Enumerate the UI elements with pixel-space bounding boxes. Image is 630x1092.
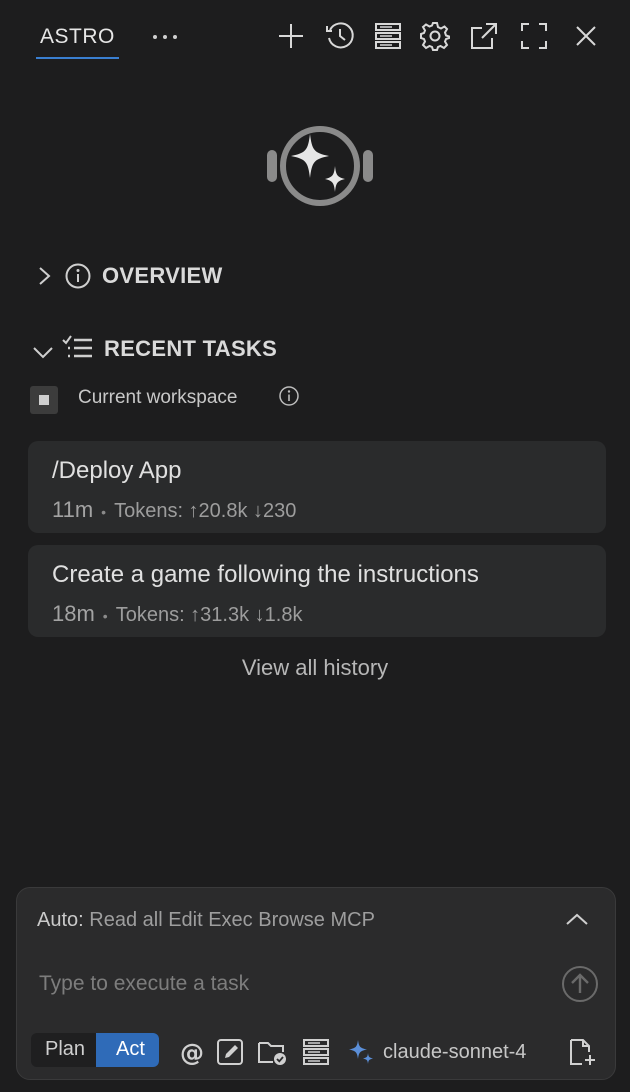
- history-icon[interactable]: [324, 20, 356, 52]
- mention-icon[interactable]: @: [177, 1038, 207, 1067]
- view-all-history-link[interactable]: View all history: [0, 655, 630, 681]
- separator-dot: •: [102, 608, 108, 624]
- overview-section-header[interactable]: OVERVIEW: [36, 262, 223, 290]
- plus-icon[interactable]: [275, 20, 307, 52]
- task-time: 18m: [52, 601, 95, 626]
- info-icon: [65, 263, 91, 289]
- task-meta: 18m • Tokens: ↑31.3k ↓1.8k: [52, 601, 302, 627]
- recent-tasks-section-header[interactable]: RECENT TASKS: [32, 332, 277, 364]
- act-mode-button[interactable]: Act: [96, 1033, 159, 1067]
- folder-check-icon[interactable]: [257, 1038, 287, 1066]
- model-name: claude-sonnet-4: [383, 1040, 527, 1063]
- overview-title: OVERVIEW: [102, 263, 223, 288]
- task-title: /Deploy App: [52, 457, 182, 484]
- plan-act-toggle[interactable]: Plan Act: [31, 1033, 159, 1067]
- send-button[interactable]: [561, 965, 599, 1003]
- task-card[interactable]: /Deploy App 11m • Tokens: ↑20.8k ↓230: [28, 441, 606, 533]
- model-selector[interactable]: claude-sonnet-4: [347, 1038, 526, 1066]
- task-tokens: Tokens: ↑31.3k ↓1.8k: [115, 604, 303, 626]
- task-list-icon: [62, 335, 92, 358]
- auto-label: Auto:: [37, 909, 84, 931]
- recent-tasks-title: RECENT TASKS: [104, 336, 278, 361]
- workspace-info-icon[interactable]: [278, 385, 300, 407]
- chevron-right-icon: [39, 267, 51, 285]
- edit-icon[interactable]: [215, 1038, 245, 1066]
- new-file-icon[interactable]: [567, 1038, 597, 1066]
- separator-dot: •: [101, 504, 107, 520]
- server-icon[interactable]: [372, 20, 404, 52]
- more-icon[interactable]: [150, 24, 180, 48]
- task-tokens: Tokens: ↑20.8k ↓230: [114, 500, 297, 522]
- chevron-down-icon: [33, 347, 53, 359]
- auto-permissions: Read all Edit Exec Browse MCP: [89, 909, 375, 931]
- svg-text:@: @: [180, 1039, 204, 1066]
- astro-logo-icon: [265, 120, 375, 214]
- gear-icon[interactable]: [419, 20, 451, 52]
- tab-astro[interactable]: ASTRO: [40, 25, 115, 49]
- task-card[interactable]: Create a game following the instructions…: [28, 545, 606, 637]
- chevron-up-icon[interactable]: [563, 908, 591, 932]
- server-icon[interactable]: [301, 1038, 331, 1066]
- auto-approve-row[interactable]: Auto: Read all Edit Exec Browse MCP: [37, 909, 375, 932]
- task-title: Create a game following the instructions: [52, 561, 479, 588]
- external-link-icon[interactable]: [468, 20, 500, 52]
- task-composer: Auto: Read all Edit Exec Browse MCP Plan…: [16, 887, 616, 1080]
- current-workspace-checkbox[interactable]: [30, 386, 58, 414]
- current-workspace-label: Current workspace: [78, 387, 238, 408]
- close-icon[interactable]: [570, 20, 602, 52]
- plan-mode-button[interactable]: Plan: [31, 1033, 96, 1067]
- fullscreen-icon[interactable]: [518, 20, 550, 52]
- task-time: 11m: [52, 497, 94, 522]
- task-meta: 11m • Tokens: ↑20.8k ↓230: [52, 497, 296, 523]
- top-bar: ASTRO: [0, 0, 630, 72]
- active-tab-indicator: [36, 57, 119, 59]
- sparkle-icon: [349, 1040, 373, 1064]
- task-input[interactable]: [31, 966, 531, 1002]
